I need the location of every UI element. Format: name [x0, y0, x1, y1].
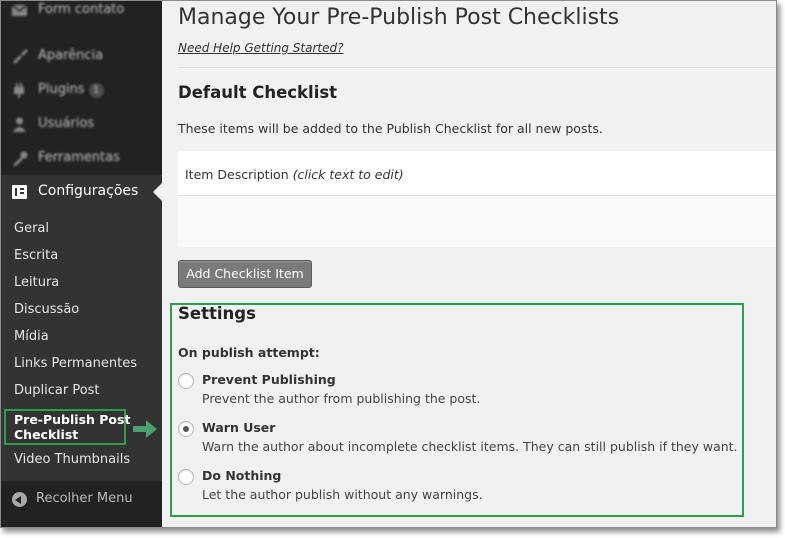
divider	[178, 67, 776, 68]
settings-sliders-icon	[12, 185, 27, 199]
help-link[interactable]: Need Help Getting Started?	[178, 41, 344, 55]
submenu-item-links-permanentes[interactable]: Links Permanentes	[14, 356, 137, 371]
sidebar-item-label: Aparência	[38, 48, 104, 63]
default-checklist-title: Default Checklist	[178, 83, 338, 102]
submenu-item-pre-publish-checklist[interactable]: Pre-Publish Post Checklist	[4, 409, 130, 445]
checklist-table-header: Item Description (click text to edit)	[178, 151, 776, 196]
add-checklist-item-button[interactable]: Add Checklist Item	[178, 260, 312, 288]
submenu-item-duplicar-post[interactable]: Duplicar Post	[14, 383, 100, 398]
submenu-current-label-line1: Pre-Publish Post	[14, 412, 131, 427]
wrench-icon	[13, 151, 28, 166]
sidebar-item-label: Form contato	[38, 2, 125, 17]
page-title: Manage Your Pre-Publish Post Checklists	[178, 5, 620, 30]
option-description: Let the author publish without any warni…	[202, 487, 483, 502]
sidebar-item-label: Usuários	[38, 116, 95, 131]
checklist-table: Item Description (click text to edit)	[178, 151, 776, 247]
option-label: Prevent Publishing	[202, 372, 336, 387]
current-menu-pointer	[153, 183, 162, 201]
item-description-header: Item Description (click text to edit)	[185, 167, 404, 182]
edit-hint: (click text to edit)	[292, 167, 404, 182]
browser-frame: Form contato Aparência Plugins 1 Usuário…	[0, 0, 777, 528]
option-description: Prevent the author from publishing the p…	[202, 391, 481, 406]
warn-user-radio[interactable]	[178, 421, 194, 437]
collapse-menu-label: Recolher Menu	[36, 491, 133, 506]
option-description: Warn the author about incomplete checkli…	[202, 439, 738, 454]
plug-icon	[14, 83, 24, 98]
default-checklist-description: These items will be added to the Publish…	[178, 121, 603, 136]
paintbrush-icon	[13, 49, 28, 64]
collapse-arrow-icon	[12, 492, 27, 507]
submenu-item-discussao[interactable]: Discussão	[14, 302, 79, 317]
submenu-item-escrita[interactable]: Escrita	[14, 248, 58, 263]
do-nothing-radio[interactable]	[178, 469, 194, 485]
settings-title: Settings	[178, 304, 256, 323]
option-label: Do Nothing	[202, 468, 282, 483]
sidebar-item-aparencia[interactable]: Aparência	[1, 39, 162, 73]
users-icon	[13, 117, 26, 132]
collapse-menu-button[interactable]: Recolher Menu	[1, 485, 162, 515]
prevent-publishing-radio[interactable]	[178, 373, 194, 389]
sidebar-item-label: Plugins 1	[38, 82, 104, 98]
publish-attempt-label: On publish attempt:	[178, 345, 320, 360]
sidebar-item-label: Configurações	[38, 183, 139, 199]
mail-icon	[11, 4, 28, 16]
sidebar-item-configuracoes[interactable]: Configurações	[1, 175, 162, 209]
main-content: Manage Your Pre-Publish Post Checklists …	[162, 1, 776, 527]
sidebar-item-form-contato[interactable]: Form contato	[1, 1, 162, 27]
sidebar-item-usuarios[interactable]: Usuários	[1, 107, 162, 141]
submenu-item-leitura[interactable]: Leitura	[14, 275, 59, 290]
submenu-item-geral[interactable]: Geral	[14, 221, 49, 236]
submenu-current-label-line2: Checklist	[14, 427, 79, 442]
settings-submenu: Geral Escrita Leitura Discussão Mídia Li…	[1, 209, 162, 481]
settings-highlight-box	[170, 303, 744, 517]
option-label: Warn User	[202, 420, 276, 435]
sidebar-item-ferramentas[interactable]: Ferramentas	[1, 141, 162, 175]
submenu-item-midia[interactable]: Mídia	[14, 329, 49, 344]
highlight-arrow-icon	[133, 420, 157, 438]
submenu-item-video-thumbnails[interactable]: Video Thumbnails	[14, 452, 130, 467]
sidebar-item-plugins[interactable]: Plugins 1	[1, 73, 162, 107]
admin-sidebar: Form contato Aparência Plugins 1 Usuário…	[1, 1, 162, 527]
plugins-update-badge: 1	[88, 83, 104, 98]
sidebar-item-label: Ferramentas	[38, 150, 120, 165]
